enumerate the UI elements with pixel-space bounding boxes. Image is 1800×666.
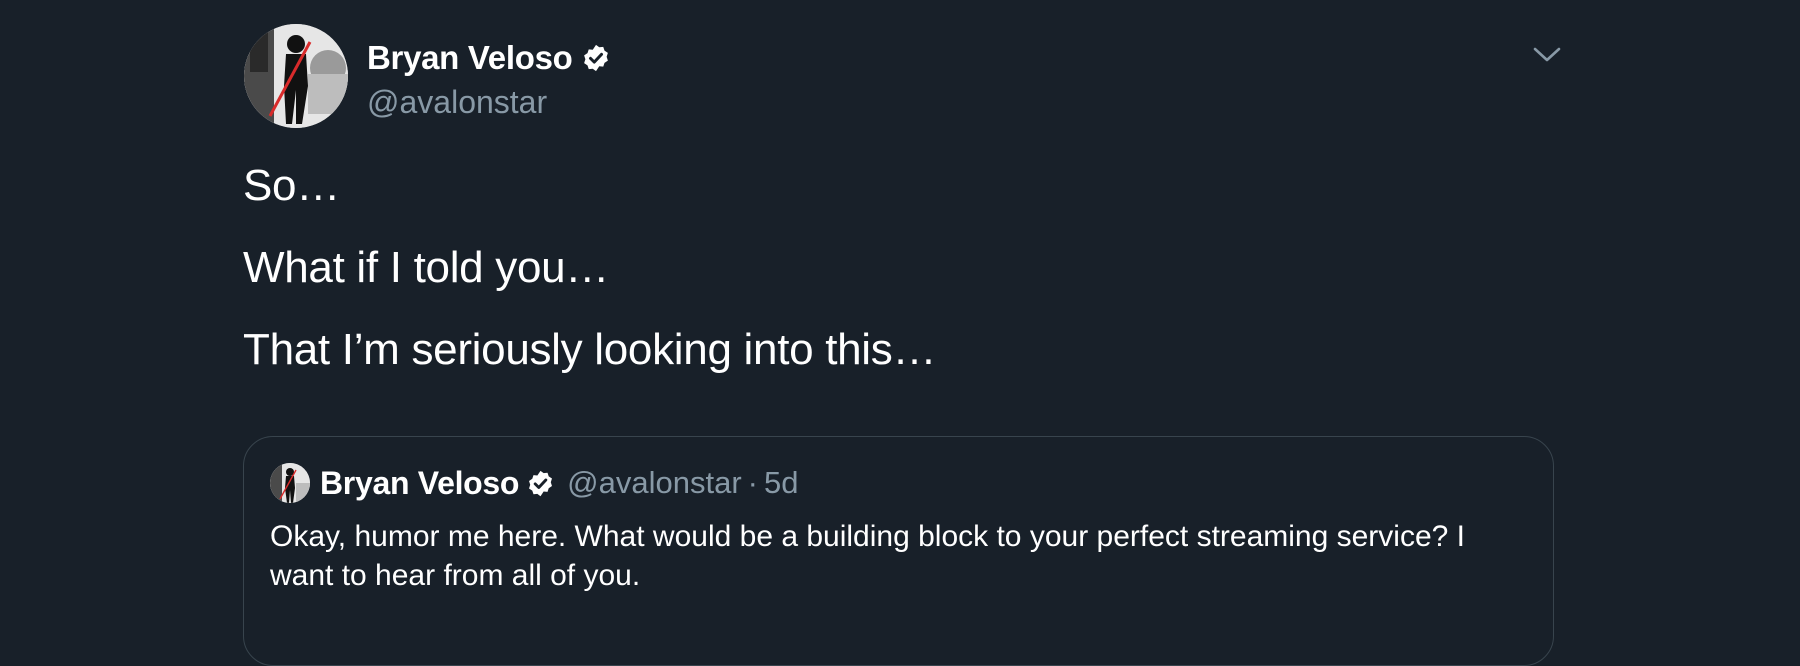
meta-separator: ·: [747, 465, 758, 500]
quoted-tweet-card[interactable]: Bryan Veloso @avalonstar · 5d Okay, humo…: [243, 436, 1554, 666]
chevron-down-icon[interactable]: [1532, 44, 1562, 66]
quoted-tweet-text: Okay, humor me here. What would be a bui…: [270, 520, 1466, 592]
author-handle[interactable]: @avalonstar: [367, 84, 611, 121]
author-avatar[interactable]: [244, 24, 348, 128]
author-block: Bryan Veloso @avalonstar: [367, 36, 611, 121]
tweet-text: So… What if I told you… That I’m serious…: [243, 160, 936, 406]
tweet-line: So…: [243, 161, 340, 210]
verified-badge-icon: [583, 44, 608, 72]
profile-photo-icon: [244, 24, 348, 128]
quoted-tweet-timestamp: 5d: [763, 465, 799, 500]
quoted-tweet-header: Bryan Veloso @avalonstar · 5d: [270, 463, 798, 503]
author-display-name[interactable]: Bryan Veloso: [367, 39, 573, 77]
verified-badge-icon: [529, 470, 553, 496]
quoted-author-avatar: [270, 463, 310, 503]
tweet-line: What if I told you…: [243, 243, 610, 292]
quoted-author-display-name: Bryan Veloso: [320, 464, 520, 501]
profile-photo-icon: [270, 463, 310, 503]
author-name-row: Bryan Veloso: [367, 36, 611, 80]
quoted-author-handle: @avalonstar: [567, 465, 742, 500]
tweet-line: That I’m seriously looking into this…: [243, 325, 937, 374]
tweet: Bryan Veloso @avalonstar So… What if I t…: [0, 0, 1800, 666]
